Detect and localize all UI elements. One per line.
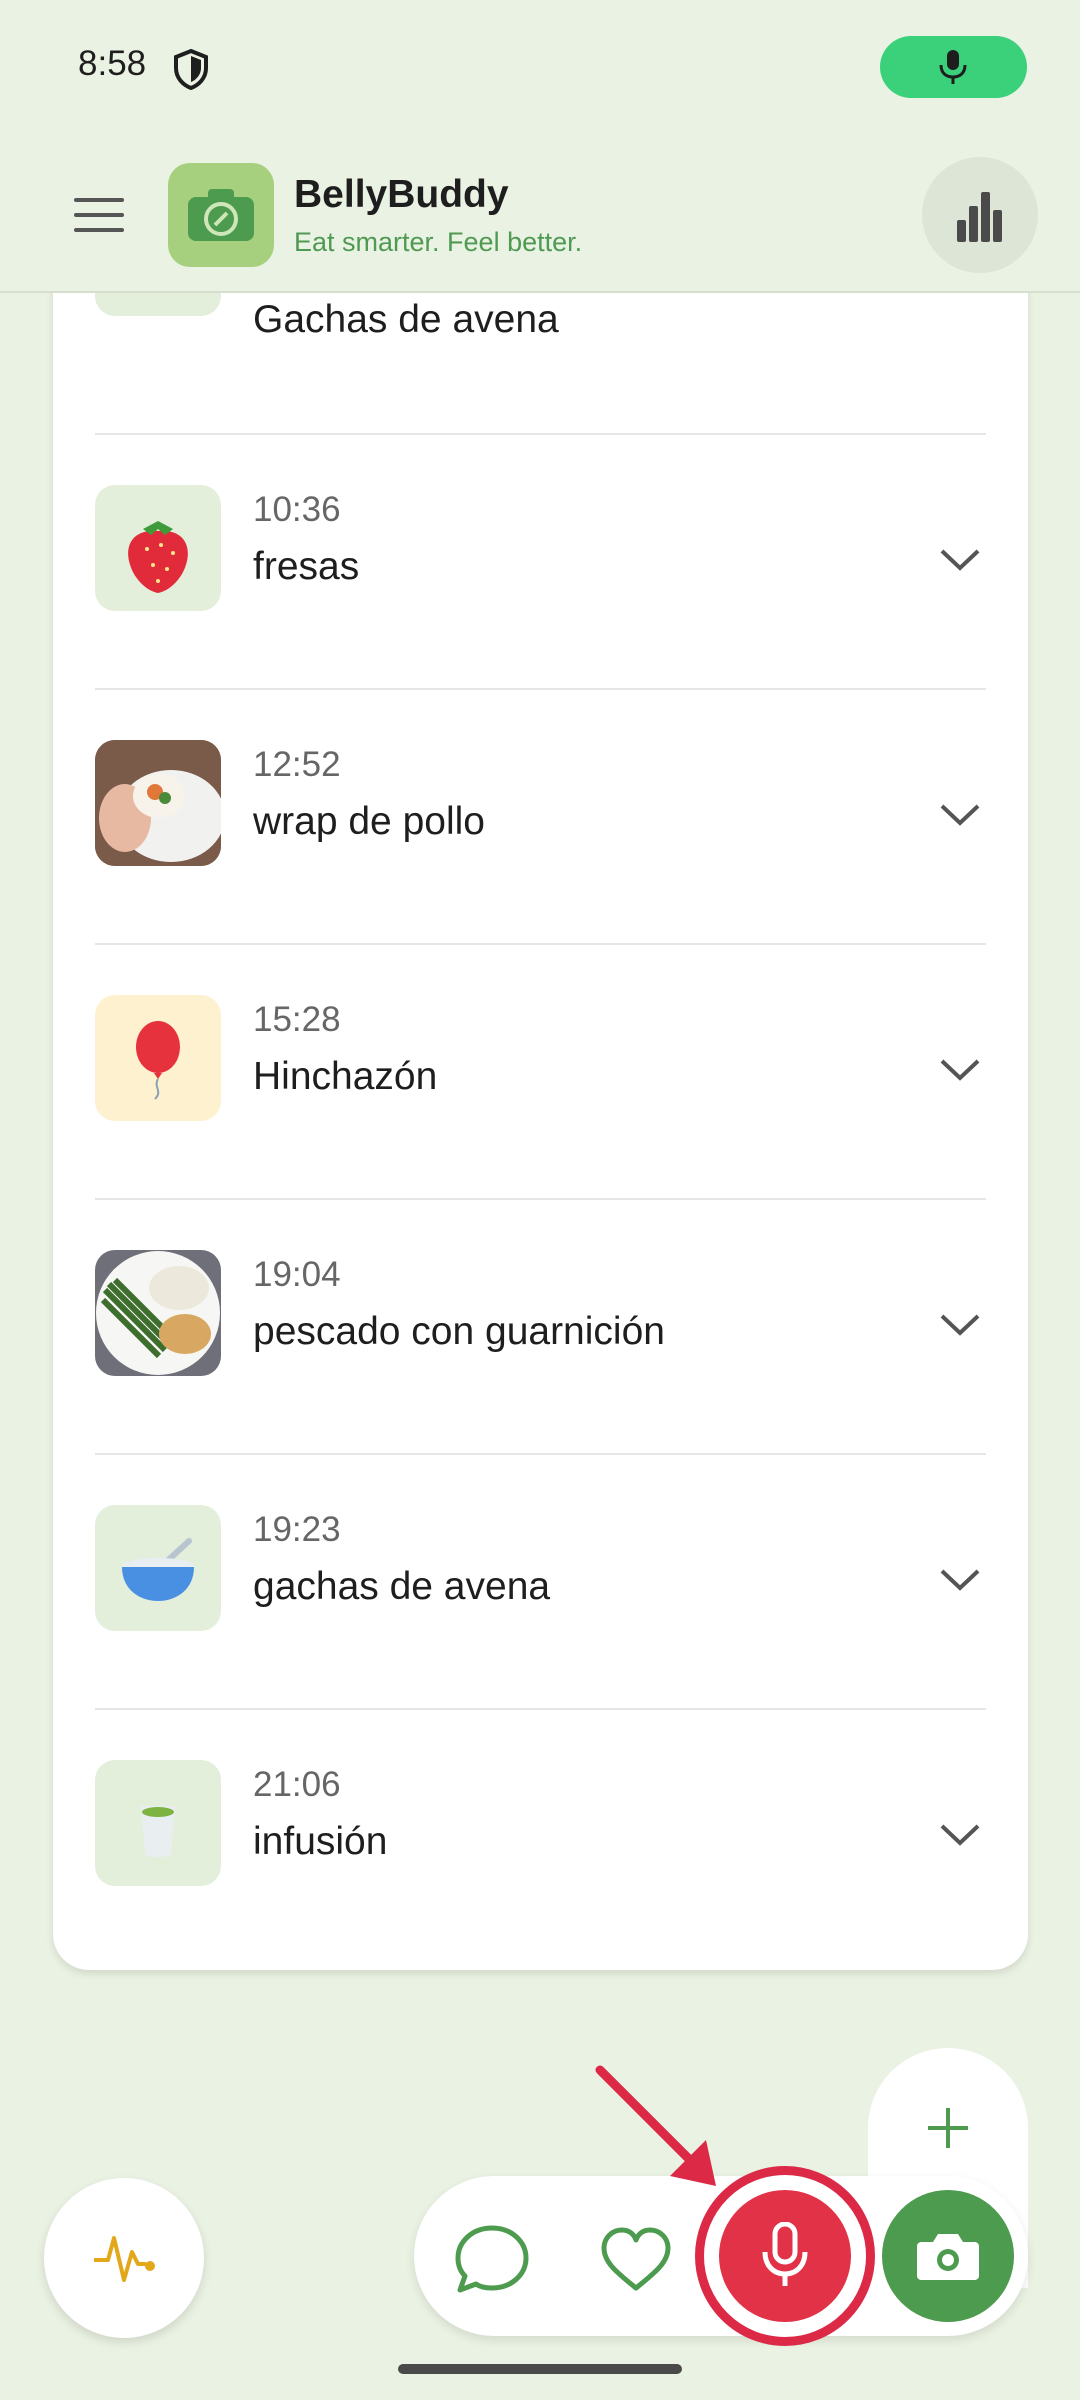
app-header: BellyBuddy Eat smarter. Feel better. xyxy=(0,135,1080,293)
list-item[interactable]: 19:23 gachas de avena xyxy=(53,1455,1028,1710)
chevron-down-icon[interactable] xyxy=(938,1312,982,1338)
menu-icon[interactable] xyxy=(74,198,124,232)
fish-plate-photo xyxy=(95,1250,221,1376)
entry-time: 10:36 xyxy=(253,490,341,529)
pulse-icon xyxy=(94,2236,155,2282)
list-item[interactable]: 15:28 Hinchazón xyxy=(53,945,1028,1200)
strawberry-icon xyxy=(95,485,221,611)
list-item[interactable]: 19:04 pescado con guarnición xyxy=(53,1200,1028,1455)
pointer-arrow xyxy=(595,2065,716,2186)
app-name: BellyBuddy xyxy=(294,173,509,216)
entries-list: Gachas de avena 10:36 fresas 12:52 wrap … xyxy=(53,180,1028,1970)
list-item[interactable]: 12:52 wrap de pollo xyxy=(53,690,1028,945)
entry-title: pescado con guarnición xyxy=(253,1310,665,1353)
bowl-icon xyxy=(95,1505,221,1631)
entry-title: Hinchazón xyxy=(253,1055,438,1098)
voice-record-button[interactable] xyxy=(719,2190,851,2322)
entry-title: infusión xyxy=(253,1820,388,1863)
camera-fork-icon xyxy=(188,189,254,241)
chicken-wrap-photo xyxy=(95,740,221,866)
chevron-down-icon[interactable] xyxy=(938,1822,982,1848)
entry-title: gachas de avena xyxy=(253,1565,551,1608)
entry-time: 21:06 xyxy=(253,1765,341,1804)
entry-time: 19:04 xyxy=(253,1255,341,1294)
chat-icon[interactable] xyxy=(450,2220,534,2300)
entry-title: Gachas de avena xyxy=(253,298,559,341)
chevron-down-icon[interactable] xyxy=(938,802,982,828)
microphone-icon xyxy=(939,50,967,84)
entry-title: wrap de pollo xyxy=(253,800,485,843)
microphone-icon xyxy=(762,2222,808,2286)
stats-button[interactable] xyxy=(922,157,1038,273)
chevron-down-icon[interactable] xyxy=(938,1057,982,1083)
bar-chart-icon xyxy=(957,192,1002,242)
list-item[interactable]: 21:06 infusión xyxy=(53,1710,1028,1965)
shield-icon xyxy=(174,48,208,90)
home-indicator[interactable] xyxy=(398,2364,682,2374)
entry-time: 15:28 xyxy=(253,1000,341,1039)
camera-button[interactable] xyxy=(882,2190,1014,2322)
chevron-down-icon[interactable] xyxy=(938,1567,982,1593)
status-bar: 8:58 xyxy=(0,0,1080,135)
entry-time: 12:52 xyxy=(253,745,341,784)
app-tagline: Eat smarter. Feel better. xyxy=(294,227,583,257)
status-time: 8:58 xyxy=(78,44,147,83)
plus-icon xyxy=(928,2108,968,2148)
chevron-down-icon[interactable] xyxy=(938,547,982,573)
camera-icon xyxy=(917,2234,979,2280)
app-logo xyxy=(168,163,274,267)
heart-icon[interactable] xyxy=(596,2220,676,2300)
entry-title: fresas xyxy=(253,545,360,588)
health-pulse-button[interactable] xyxy=(44,2178,204,2338)
mic-active-indicator[interactable] xyxy=(880,36,1027,98)
tea-cup-icon xyxy=(95,1760,221,1886)
list-item[interactable]: 10:36 fresas xyxy=(53,435,1028,690)
entry-time: 19:23 xyxy=(253,1510,341,1549)
balloon-icon xyxy=(95,995,221,1121)
